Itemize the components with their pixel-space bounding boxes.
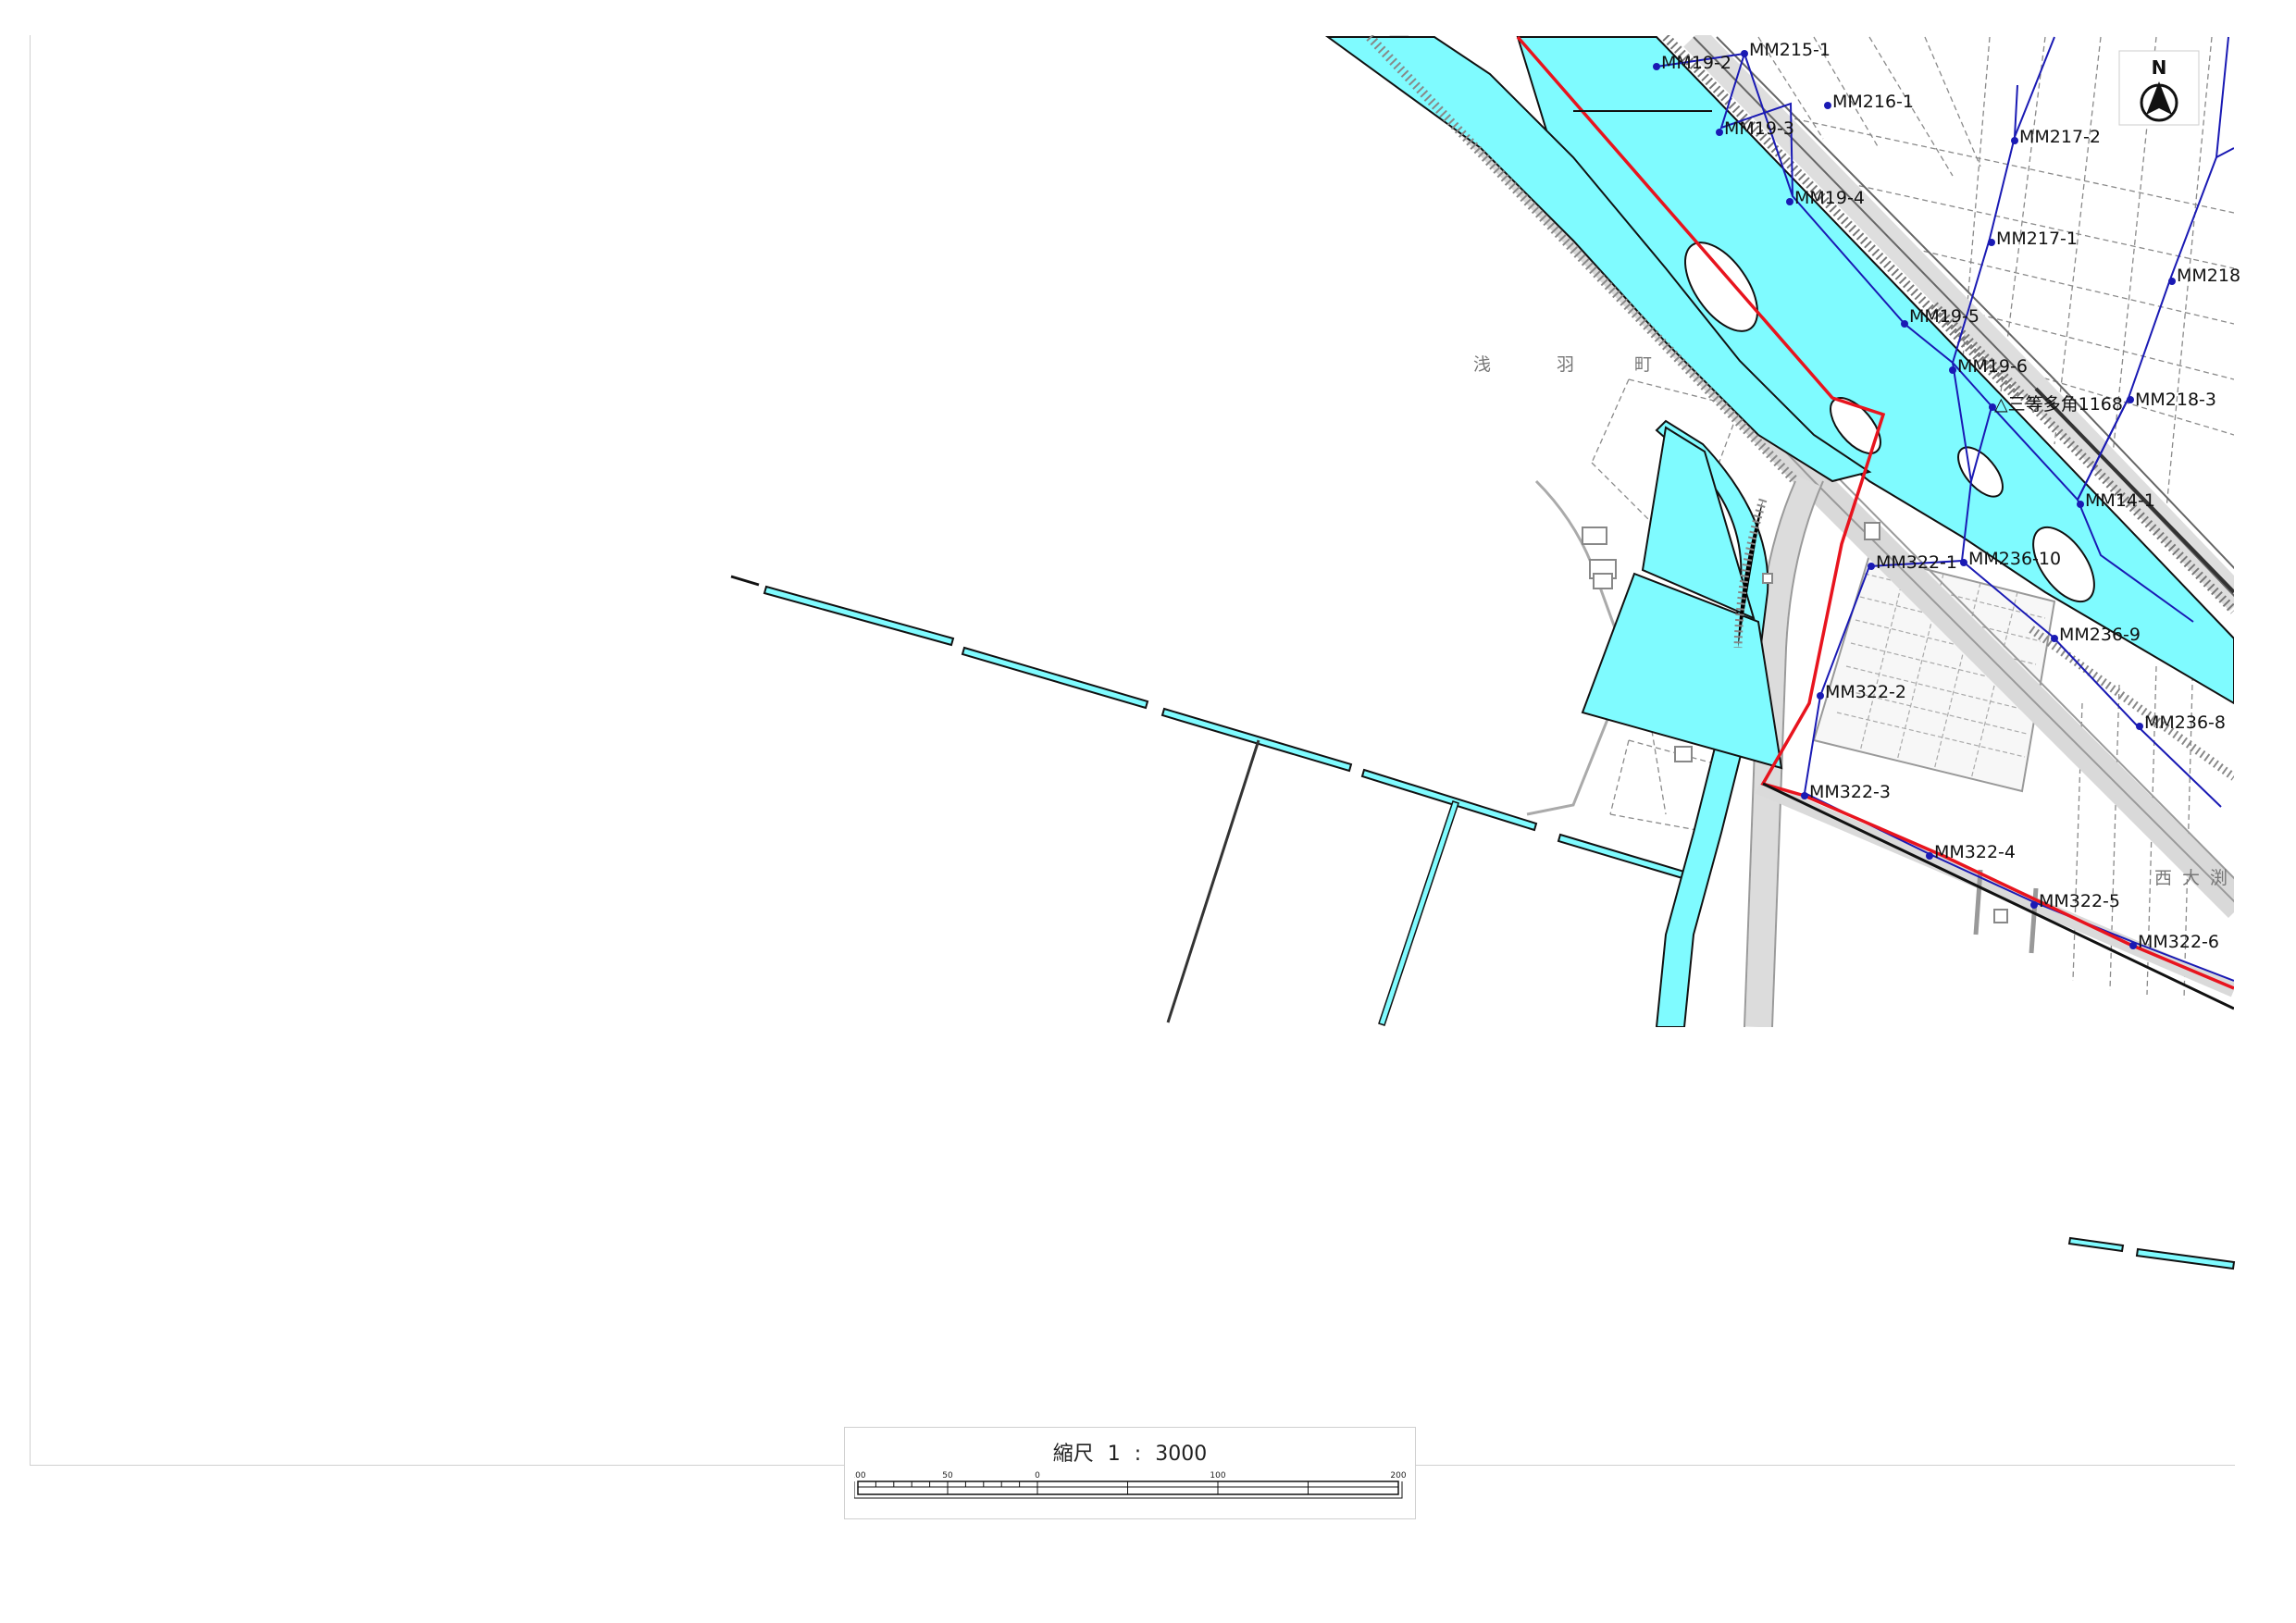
survey-point-label: MM217-2: [2019, 127, 2101, 147]
place-name-char: 渕: [2210, 868, 2228, 888]
survey-point-label: MM322-5: [2039, 891, 2120, 911]
survey-point-label: MM217-1: [1996, 229, 2078, 249]
scale-ratio-right: 3000: [1155, 1443, 1208, 1466]
scale-tick-label: 0: [1035, 1471, 1040, 1481]
survey-point[interactable]: MM19-4: [1786, 188, 1865, 208]
survey-point[interactable]: MM322-2: [1817, 682, 1906, 702]
scale-bar: 100 50 0 100 200: [854, 1471, 1406, 1499]
survey-point-label: MM19-5: [1909, 306, 1980, 327]
survey-point[interactable]: MM236-9: [2051, 625, 2141, 645]
place-name-char: 町: [1634, 354, 1652, 375]
survey-point-label: MM236-8: [2144, 712, 2226, 733]
survey-point[interactable]: MM322-5: [2030, 891, 2120, 911]
scale-tick-label: 100: [854, 1471, 866, 1481]
survey-point-label: MM322-1: [1876, 552, 1957, 573]
place-name-char: 浅: [1473, 354, 1491, 375]
scale-ratio-left: 1: [1107, 1443, 1121, 1466]
scale-separator: :: [1134, 1443, 1142, 1466]
place-name-char: 西: [2154, 868, 2172, 888]
north-arrow-icon: N: [2118, 50, 2200, 126]
survey-point[interactable]: MM215-1: [1741, 40, 1831, 60]
survey-point[interactable]: MM14-1: [2077, 490, 2155, 511]
survey-point[interactable]: MM322-1: [1868, 552, 1957, 573]
survey-point-label: MM236-10: [1968, 549, 2061, 569]
scale-title: 縮尺 1 : 3000: [845, 1437, 1415, 1467]
survey-point[interactable]: MM216-1: [1824, 92, 1914, 112]
scale-tick-label: 200: [1390, 1471, 1406, 1481]
survey-point[interactable]: MM236-10: [1960, 549, 2061, 569]
survey-point-label: MM14-1: [2085, 490, 2155, 511]
ditches: [1166, 739, 1459, 1026]
scale-tick-label: 100: [1210, 1471, 1225, 1481]
survey-point[interactable]: MM236-8: [2136, 712, 2226, 733]
survey-point-label: MM322-3: [1809, 782, 1891, 802]
survey-point[interactable]: MM322-3: [1801, 782, 1891, 802]
place-name-asaba: 浅 羽 町: [1473, 354, 1652, 375]
scale-legend: 縮尺 1 : 3000 100 50 0 100 200: [844, 1427, 1416, 1519]
survey-point-label: MM215-1: [1749, 40, 1831, 60]
place-name-nishi: 西 大 渕: [2154, 868, 2228, 888]
survey-point-label: MM19-4: [1794, 188, 1865, 208]
place-name-char: 大: [2182, 868, 2200, 888]
map-canvas[interactable]: MM19-2 MM215-1 MM216-1 MM19-3 MM217-2 MM…: [0, 0, 2296, 1623]
scale-tick-label: 50: [942, 1471, 953, 1481]
place-name-char: 羽: [1557, 354, 1574, 375]
map-detail: [1324, 35, 2234, 1027]
survey-point-label: MM322-6: [2138, 932, 2219, 952]
survey-point-label: MM19-3: [1724, 118, 1794, 139]
north-label: N: [2152, 56, 2167, 79]
survey-point[interactable]: MM217-1: [1988, 229, 2078, 249]
survey-point-label: MM236-9: [2059, 625, 2141, 645]
survey-point-label: MM19-6: [1957, 356, 2028, 377]
survey-point-label: MM322-4: [1934, 842, 2016, 862]
survey-point[interactable]: MM19-5: [1901, 306, 1980, 328]
survey-point-label: MM218: [2177, 266, 2240, 286]
survey-point-label: MM218-3: [2135, 390, 2216, 410]
survey-point[interactable]: MM322-4: [1926, 842, 2016, 862]
survey-point[interactable]: MM218-3: [2127, 390, 2216, 410]
survey-point[interactable]: MM19-6: [1949, 356, 2028, 377]
survey-point[interactable]: MM19-3: [1716, 118, 1794, 139]
survey-point-label: MM322-2: [1825, 682, 1906, 702]
survey-point-label: MM216-1: [1832, 92, 1914, 112]
survey-point[interactable]: MM217-2: [2011, 127, 2101, 147]
survey-point[interactable]: MM218: [2168, 266, 2240, 286]
triangulation-point[interactable]: △三等多角1168: [1989, 394, 2123, 415]
triangulation-point-label: △三等多角1168: [1994, 394, 2123, 415]
scale-label: 縮尺: [1052, 1443, 1094, 1466]
survey-point[interactable]: MM322-6: [2129, 932, 2219, 952]
survey-point[interactable]: MM19-2: [1653, 53, 1731, 73]
survey-point-label: MM19-2: [1661, 53, 1731, 73]
